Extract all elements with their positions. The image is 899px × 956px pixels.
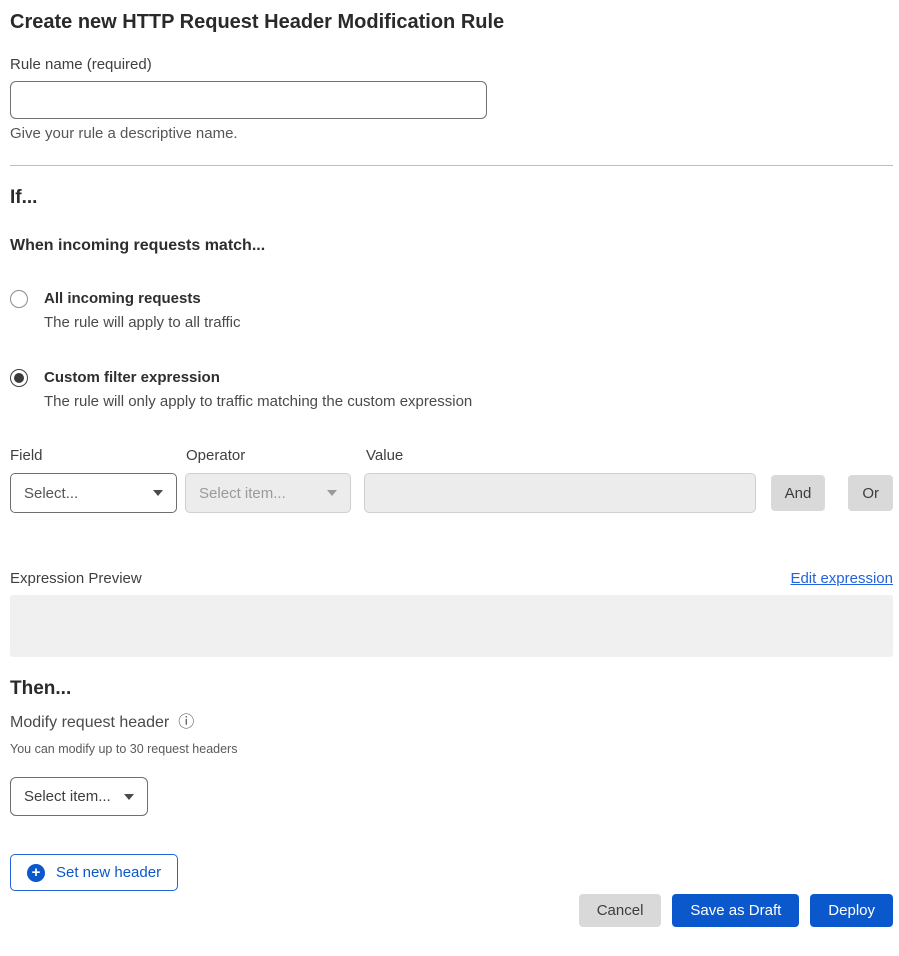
radio-button-icon[interactable] — [10, 290, 28, 308]
expression-builder-labels: Field Operator Value — [10, 447, 893, 465]
field-label: Field — [10, 447, 186, 465]
modify-request-header-label: Modify request header — [10, 713, 169, 733]
rule-name-input[interactable] — [10, 81, 487, 119]
or-button[interactable]: Or — [848, 475, 893, 511]
rule-name-label: Rule name (required) — [10, 56, 893, 74]
footer-actions: Cancel Save as Draft Deploy — [10, 894, 893, 927]
value-input[interactable] — [364, 473, 756, 513]
modify-header-row: Modify request header ⓘ — [10, 713, 893, 733]
header-action-select[interactable]: Select item... — [10, 777, 148, 816]
expression-preview-label: Expression Preview — [10, 569, 142, 589]
expression-preview-header: Expression Preview Edit expression — [10, 569, 893, 589]
plus-icon: + — [27, 864, 45, 882]
field-select-value: Select... — [24, 485, 78, 502]
page-title: Create new HTTP Request Header Modificat… — [10, 8, 893, 36]
save-as-draft-button[interactable]: Save as Draft — [672, 894, 799, 927]
expression-builder-row: Select... Select item... And Or — [10, 473, 893, 513]
expression-preview-box — [10, 595, 893, 657]
operator-select[interactable]: Select item... — [185, 473, 351, 513]
match-subheading: When incoming requests match... — [10, 236, 893, 256]
radio-button-icon[interactable] — [10, 369, 28, 387]
radio-texts: Custom filter expression The rule will o… — [44, 368, 472, 411]
and-button[interactable]: And — [771, 475, 826, 511]
if-heading: If... — [10, 186, 893, 210]
set-new-header-label: Set new header — [56, 864, 161, 881]
cancel-button[interactable]: Cancel — [579, 894, 662, 927]
field-select[interactable]: Select... — [10, 473, 177, 513]
header-action-select-value: Select item... — [24, 788, 111, 805]
section-divider — [10, 165, 893, 166]
option-custom-filter-expression[interactable]: Custom filter expression The rule will o… — [10, 368, 893, 411]
option-description: The rule will apply to all traffic — [44, 313, 240, 332]
option-label[interactable]: Custom filter expression — [44, 368, 472, 387]
option-all-incoming-requests[interactable]: All incoming requests The rule will appl… — [10, 289, 893, 332]
info-icon[interactable]: ⓘ — [178, 713, 194, 733]
value-label: Value — [366, 447, 760, 465]
modify-header-hint: You can modify up to 30 request headers — [10, 741, 893, 757]
rule-name-help: Give your rule a descriptive name. — [10, 125, 893, 143]
set-new-header-button[interactable]: + Set new header — [10, 854, 178, 891]
create-rule-page: Create new HTTP Request Header Modificat… — [0, 0, 899, 947]
chevron-down-icon — [327, 490, 337, 496]
deploy-button[interactable]: Deploy — [810, 894, 893, 927]
option-label[interactable]: All incoming requests — [44, 289, 240, 308]
chevron-down-icon — [124, 794, 134, 800]
option-description: The rule will only apply to traffic matc… — [44, 392, 472, 411]
then-heading: Then... — [10, 677, 893, 701]
radio-texts: All incoming requests The rule will appl… — [44, 289, 240, 332]
edit-expression-link[interactable]: Edit expression — [790, 569, 893, 589]
chevron-down-icon — [153, 490, 163, 496]
operator-label: Operator — [186, 447, 366, 465]
operator-select-value: Select item... — [199, 485, 286, 502]
